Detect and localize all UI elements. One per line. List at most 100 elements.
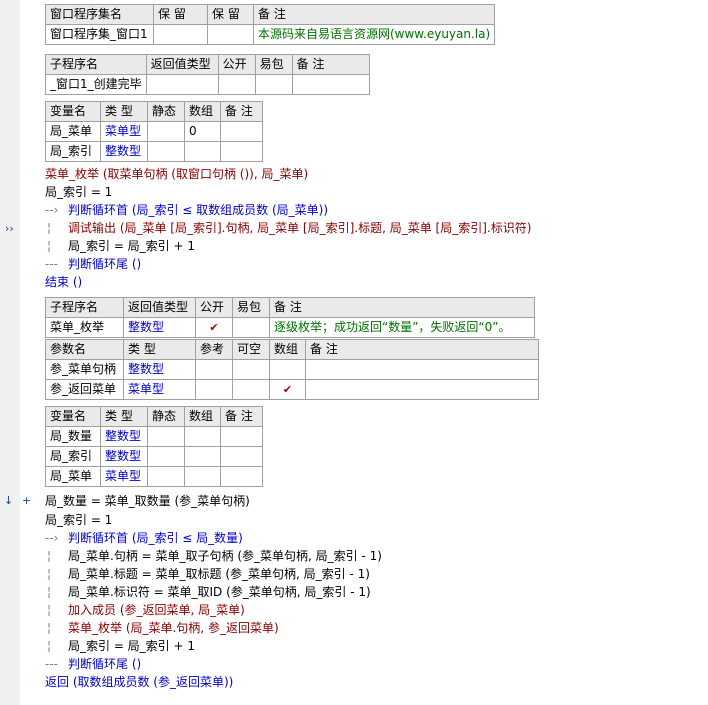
code-line[interactable]: 局_菜单.标识符 = 菜单_取ID (参_菜单句柄, 局_索引 - 1) bbox=[68, 583, 371, 601]
header-cell: 公开 bbox=[195, 297, 233, 318]
code-line-current[interactable]: 局_数量 = 菜单_取数量 (参_菜单句柄) bbox=[45, 492, 250, 510]
header-cell: 备 注 bbox=[220, 101, 263, 122]
empty-cell[interactable] bbox=[220, 466, 263, 487]
empty-cell[interactable] bbox=[147, 426, 185, 447]
code-line[interactable]: 局_索引 = 局_索引 + 1 bbox=[68, 237, 195, 255]
code-line[interactable]: 判断循环尾 () bbox=[68, 255, 141, 273]
empty-cell[interactable] bbox=[153, 24, 208, 45]
code-line[interactable]: 返回 (取数组成员数 (参_返回菜单)) bbox=[45, 673, 233, 691]
loop-guide: ¦ bbox=[47, 639, 52, 653]
local-vars-table-2: 变量名 类 型 静态 数组 备 注 局_数量 整数型 局_索引 整数型 局_菜单… bbox=[45, 406, 263, 487]
param-name-cell[interactable]: 参_返回菜单 bbox=[45, 379, 124, 400]
var-type-cell[interactable]: 整数型 bbox=[100, 141, 148, 162]
empty-cell[interactable] bbox=[220, 141, 263, 162]
subroutine-name-cell[interactable]: 菜单_枚举 bbox=[45, 317, 124, 338]
code-line[interactable]: 局_菜单.句柄 = 菜单_取子句柄 (参_菜单句柄, 局_索引 - 1) bbox=[68, 547, 382, 565]
empty-cell[interactable] bbox=[220, 121, 263, 142]
empty-cell[interactable] bbox=[184, 446, 221, 467]
code-line[interactable]: 菜单_枚举 (局_菜单.句柄, 参_返回菜单) bbox=[68, 619, 279, 637]
empty-cell[interactable] bbox=[254, 74, 293, 95]
loop-guide: --› bbox=[45, 203, 59, 217]
empty-cell[interactable] bbox=[220, 446, 263, 467]
code-line[interactable]: 局_菜单.标题 = 菜单_取标题 (参_菜单句柄, 局_索引 - 1) bbox=[68, 565, 370, 583]
header-cell: 数组 bbox=[184, 101, 221, 122]
header-cell: 保 留 bbox=[153, 4, 208, 25]
empty-cell[interactable] bbox=[217, 74, 256, 95]
code-line[interactable]: 调试输出 (局_菜单 [局_索引].句柄, 局_菜单 [局_索引].标题, 局_… bbox=[68, 219, 531, 237]
empty-cell[interactable] bbox=[147, 141, 185, 162]
header-cell: 保 留 bbox=[207, 4, 254, 25]
empty-cell[interactable] bbox=[195, 359, 233, 380]
empty-cell[interactable] bbox=[147, 121, 185, 142]
header-cell: 备 注 bbox=[269, 297, 535, 318]
empty-cell[interactable] bbox=[220, 426, 263, 447]
var-name-cell[interactable]: 局_菜单 bbox=[45, 466, 101, 487]
header-cell: 变量名 bbox=[45, 406, 101, 427]
param-array-check-icon[interactable]: ✔ bbox=[269, 379, 306, 400]
header-cell: 易包 bbox=[254, 54, 293, 75]
header-cell: 备 注 bbox=[252, 4, 496, 25]
public-check-icon[interactable]: ✔ bbox=[195, 317, 233, 338]
param-name-cell[interactable]: 参_菜单句柄 bbox=[45, 359, 124, 380]
header-cell: 参数名 bbox=[45, 339, 124, 360]
header-cell: 易包 bbox=[232, 297, 270, 318]
empty-cell[interactable] bbox=[147, 446, 185, 467]
header-cell: 备 注 bbox=[305, 339, 539, 360]
header-cell: 静态 bbox=[147, 406, 185, 427]
empty-cell[interactable] bbox=[291, 74, 370, 95]
empty-cell[interactable] bbox=[195, 379, 233, 400]
header-cell: 公开 bbox=[217, 54, 256, 75]
header-cell: 数组 bbox=[184, 406, 221, 427]
empty-cell[interactable] bbox=[145, 74, 219, 95]
var-array-cell[interactable]: 0 bbox=[184, 121, 221, 142]
empty-cell[interactable] bbox=[305, 359, 539, 380]
param-type-cell[interactable]: 菜单型 bbox=[123, 379, 196, 400]
empty-cell[interactable] bbox=[184, 466, 221, 487]
empty-cell[interactable] bbox=[232, 317, 270, 338]
var-name-cell[interactable]: 局_索引 bbox=[45, 141, 101, 162]
code-line[interactable]: 结束 () bbox=[45, 273, 82, 291]
assembly-name-cell[interactable]: 窗口程序集_窗口1 bbox=[45, 24, 154, 45]
var-name-cell[interactable]: 局_数量 bbox=[45, 426, 101, 447]
subroutine-note-cell[interactable]: 逐级枚举；成功返回“数量”，失败返回“0”。 bbox=[269, 317, 535, 338]
return-type-cell[interactable]: 整数型 bbox=[123, 317, 196, 338]
header-cell: 备 注 bbox=[291, 54, 370, 75]
code-line[interactable]: 局_索引 = 1 bbox=[45, 511, 112, 529]
code-line[interactable]: 判断循环尾 () bbox=[68, 655, 141, 673]
empty-cell[interactable] bbox=[184, 426, 221, 447]
var-type-cell[interactable]: 整数型 bbox=[100, 426, 148, 447]
header-cell: 返回值类型 bbox=[145, 54, 219, 75]
params-table: 参数名 类 型 参考 可空 数组 备 注 参_菜单句柄 整数型 参_返回菜单 菜… bbox=[45, 339, 539, 400]
header-cell: 窗口程序集名 bbox=[45, 4, 154, 25]
empty-cell[interactable] bbox=[232, 379, 270, 400]
empty-cell[interactable] bbox=[207, 24, 254, 45]
param-type-cell[interactable]: 整数型 bbox=[123, 359, 196, 380]
var-type-cell[interactable]: 菜单型 bbox=[100, 121, 148, 142]
header-cell: 参考 bbox=[195, 339, 233, 360]
var-array-cell[interactable] bbox=[184, 141, 221, 162]
subroutine-name-cell[interactable]: _窗口1_创建完毕 bbox=[45, 74, 147, 95]
param-array-check-icon[interactable] bbox=[269, 359, 306, 380]
assembly-note-cell[interactable]: 本源码来自易语言资源网(www.eyuyan.la) bbox=[252, 24, 496, 45]
code-line[interactable]: 判断循环首 (局_索引 ≤ 局_数量) bbox=[68, 529, 243, 547]
code-line[interactable]: 菜单_枚举 (取菜单句柄 (取窗口句柄 ()), 局_菜单) bbox=[45, 165, 308, 183]
header-cell: 可空 bbox=[232, 339, 270, 360]
code-line[interactable]: 局_索引 = 局_索引 + 1 bbox=[68, 637, 195, 655]
empty-cell[interactable] bbox=[232, 359, 270, 380]
var-name-cell[interactable]: 局_索引 bbox=[45, 446, 101, 467]
empty-cell[interactable] bbox=[147, 466, 185, 487]
loop-guide: --- bbox=[45, 257, 58, 271]
header-cell: 变量名 bbox=[45, 101, 101, 122]
code-line[interactable]: 加入成员 (参_返回菜单, 局_菜单) bbox=[68, 601, 245, 619]
var-type-cell[interactable]: 整数型 bbox=[100, 446, 148, 467]
header-cell: 类 型 bbox=[100, 406, 148, 427]
loop-guide: ¦ bbox=[47, 585, 52, 599]
loop-guide: ¦ bbox=[47, 221, 52, 235]
var-type-cell[interactable]: 菜单型 bbox=[100, 466, 148, 487]
code-line[interactable]: 局_索引 = 1 bbox=[45, 183, 112, 201]
var-name-cell[interactable]: 局_菜单 bbox=[45, 121, 101, 142]
add-line-icon[interactable]: + bbox=[22, 494, 31, 508]
subroutine-table-1: 子程序名 返回值类型 公开 易包 备 注 _窗口1_创建完毕 bbox=[45, 54, 370, 95]
code-line[interactable]: 判断循环首 (局_索引 ≤ 取数组成员数 (局_菜单)) bbox=[68, 201, 328, 219]
empty-cell[interactable] bbox=[305, 379, 539, 400]
